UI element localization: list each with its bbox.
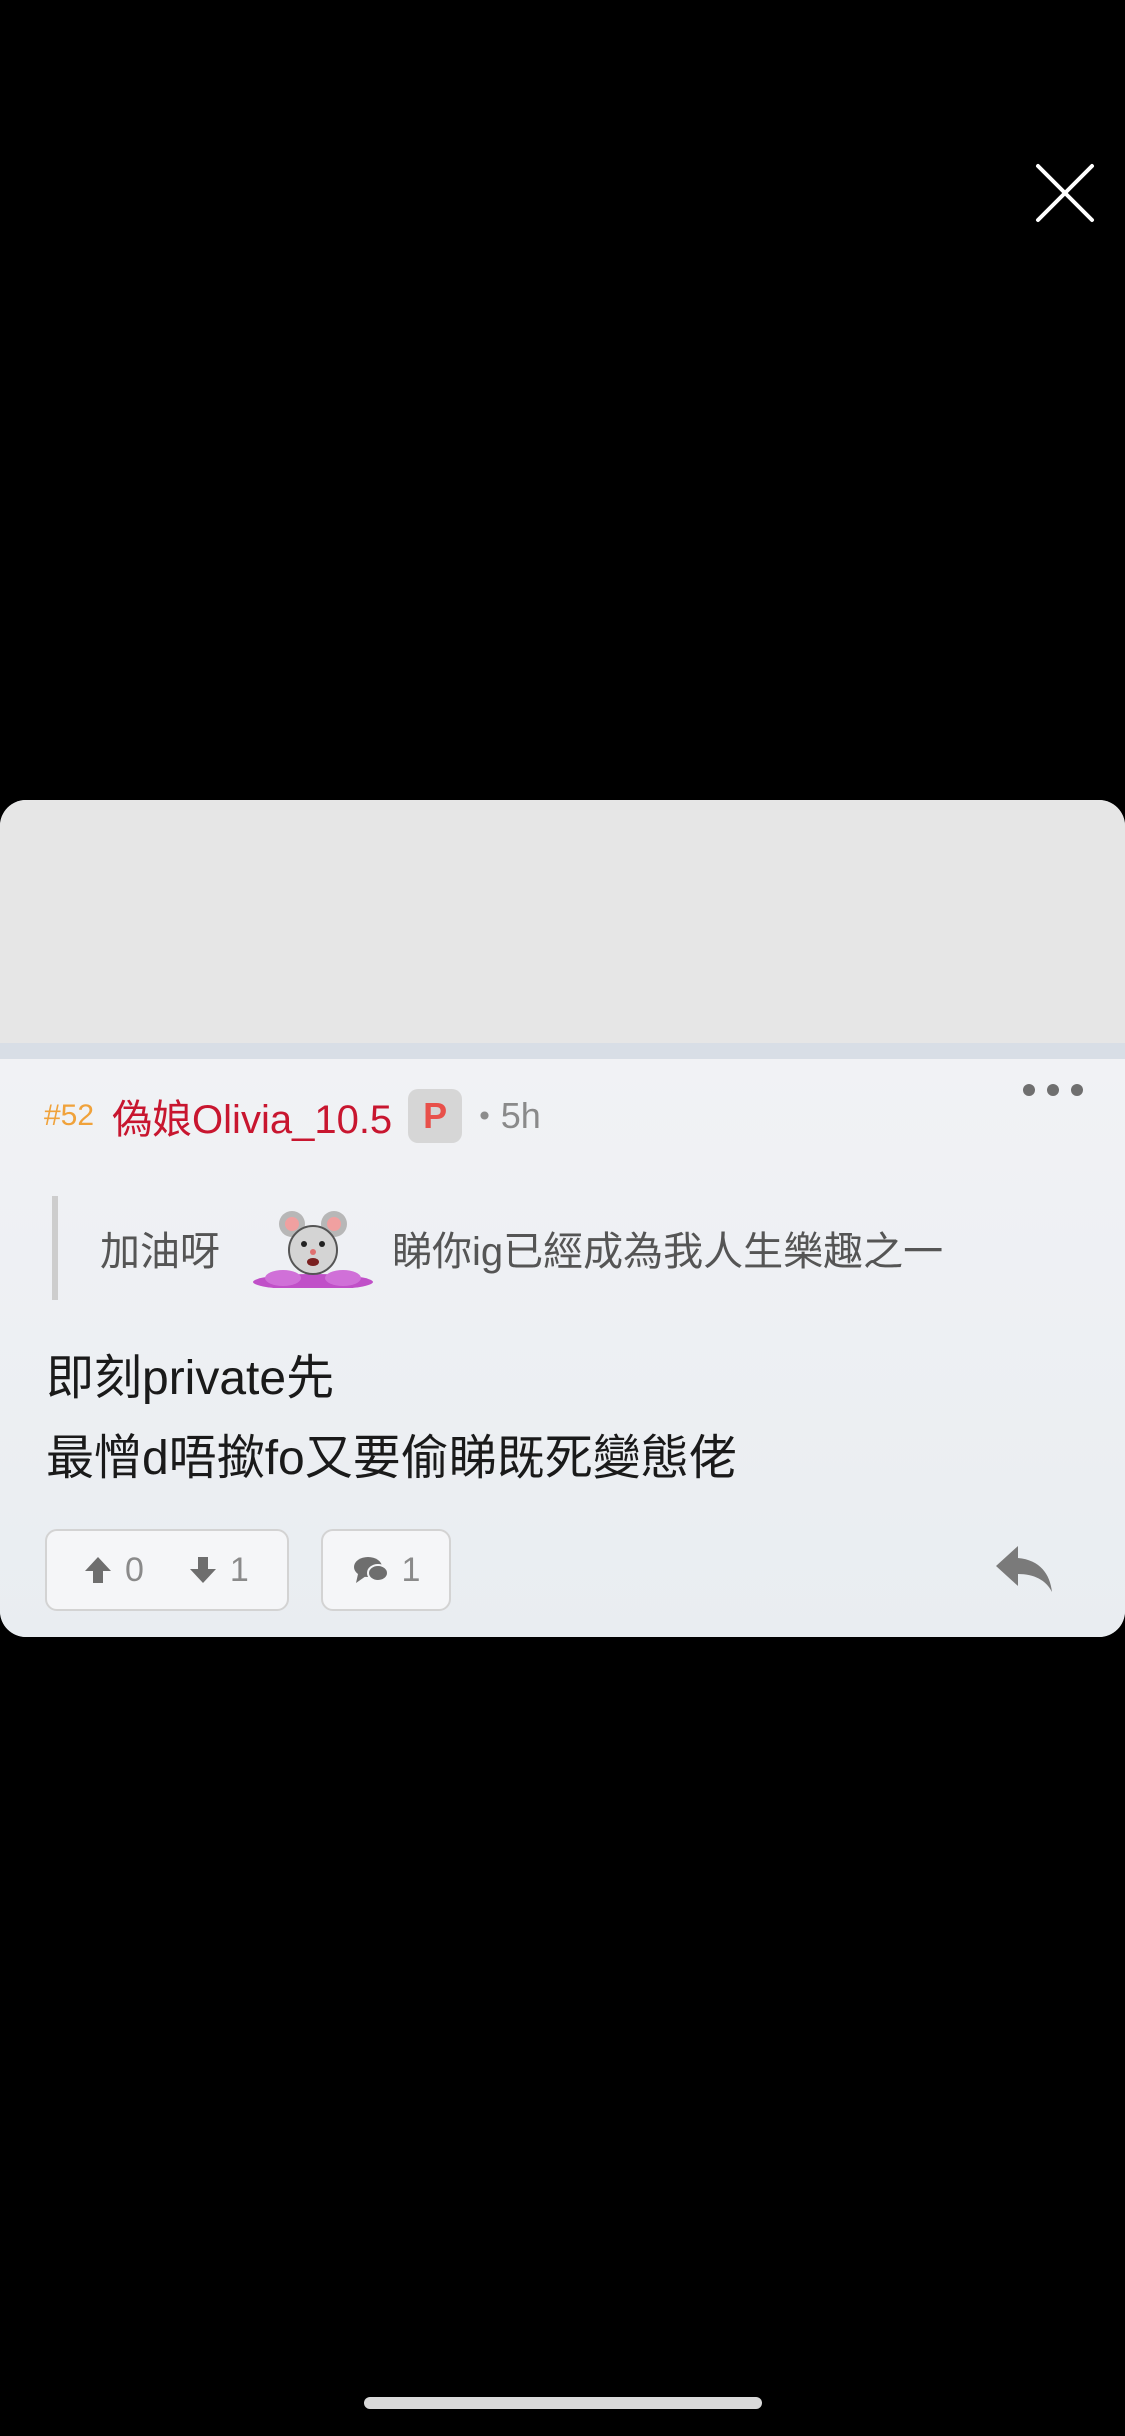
reply-button[interactable]: [994, 1542, 1056, 1596]
post-body: #52 偽娘Olivia_10.5 P • 5h 加油呀 睇你ig已經成為我人生…: [0, 1059, 1125, 1637]
close-icon: [1036, 164, 1094, 222]
upvote-button[interactable]: 0: [83, 1551, 144, 1590]
post-card: #52 偽娘Olivia_10.5 P • 5h 加油呀 睇你ig已經成為我人生…: [0, 800, 1125, 1637]
quote-text-after: 睇你ig已經成為我人生樂趣之一: [392, 1230, 944, 1274]
post-content: 即刻private先 最憎d唔撳fo又要偷睇既死變態佬: [46, 1339, 1085, 1499]
more-dot: [1047, 1084, 1059, 1096]
card-top-area: [0, 800, 1125, 1043]
arrow-up-icon: [85, 1557, 111, 1583]
quote-block[interactable]: 加油呀 睇你ig已經成為我人生樂趣之一: [52, 1196, 1048, 1300]
home-indicator[interactable]: [364, 2397, 762, 2409]
close-button[interactable]: [1030, 158, 1100, 228]
arrow-down-icon: [189, 1557, 216, 1583]
content-line: 即刻private先: [46, 1352, 335, 1405]
vote-box: 0 1: [45, 1529, 289, 1611]
quote-text-before: 加油呀: [100, 1230, 220, 1274]
user-badge: P: [408, 1089, 463, 1143]
comment-icon: [353, 1557, 389, 1583]
upvote-count: 0: [125, 1550, 144, 1589]
floor-number: #52: [44, 1099, 95, 1132]
post-header: #52 偽娘Olivia_10.5 P • 5h: [44, 1086, 1085, 1146]
reply-arrow-icon: [996, 1546, 1052, 1592]
more-dot: [1071, 1084, 1083, 1096]
quote-content: 加油呀 睇你ig已經成為我人生樂趣之一: [100, 1196, 1048, 1300]
username[interactable]: 偽娘Olivia_10.5: [112, 1087, 392, 1145]
content-line: 最憎d唔撳fo又要偷睇既死變態佬: [46, 1432, 737, 1485]
reply-count: 1: [401, 1550, 421, 1589]
replies-button[interactable]: 1: [321, 1529, 451, 1611]
separator-dot: •: [476, 1099, 493, 1133]
mouse-emoji-icon: [253, 1211, 373, 1288]
downvote-count: 1: [229, 1550, 249, 1589]
more-dot: [1023, 1084, 1035, 1096]
more-options-button[interactable]: [1023, 1075, 1083, 1105]
divider: [0, 1043, 1125, 1059]
post-time: 5h: [500, 1095, 541, 1136]
downvote-button[interactable]: 1: [188, 1551, 249, 1590]
